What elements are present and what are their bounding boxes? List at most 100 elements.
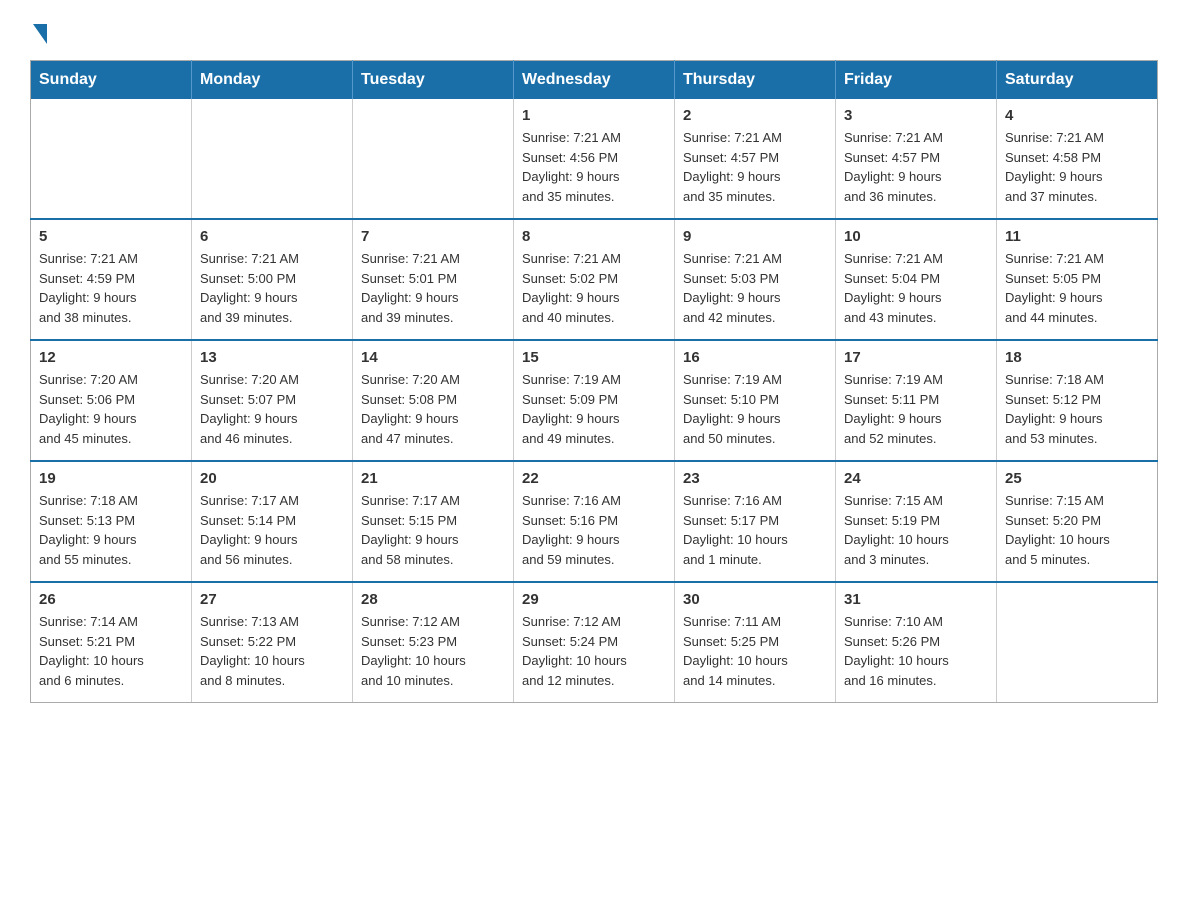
day-info: Sunrise: 7:21 AMSunset: 4:56 PMDaylight:… <box>522 128 666 206</box>
calendar-cell: 9 Sunrise: 7:21 AMSunset: 5:03 PMDaylight… <box>675 219 836 340</box>
calendar-cell: 20 Sunrise: 7:17 AMSunset: 5:14 PMDayligh… <box>192 461 353 582</box>
calendar-cell: 23 Sunrise: 7:16 AMSunset: 5:17 PMDayligh… <box>675 461 836 582</box>
page-header <box>30 20 1158 40</box>
calendar-cell <box>192 99 353 219</box>
calendar-cell: 22 Sunrise: 7:16 AMSunset: 5:16 PMDayligh… <box>514 461 675 582</box>
day-number: 4 <box>1005 107 1149 124</box>
day-number: 29 <box>522 591 666 608</box>
day-number: 12 <box>39 349 183 366</box>
day-number: 26 <box>39 591 183 608</box>
calendar-week-row: 1Sunrise: 7:21 AMSunset: 4:56 PMDaylight… <box>31 99 1158 219</box>
day-of-week-header: Wednesday <box>514 61 675 100</box>
day-info: Sunrise: 7:16 AMSunset: 5:17 PMDaylight:… <box>683 491 827 569</box>
day-number: 19 <box>39 470 183 487</box>
day-number: 16 <box>683 349 827 366</box>
calendar-table: SundayMondayTuesdayWednesdayThursdayFrid… <box>30 60 1158 703</box>
day-info: Sunrise: 7:21 AMSunset: 5:01 PMDaylight:… <box>361 249 505 327</box>
day-number: 30 <box>683 591 827 608</box>
day-info: Sunrise: 7:20 AMSunset: 5:07 PMDaylight:… <box>200 370 344 448</box>
calendar-week-row: 5 Sunrise: 7:21 AMSunset: 4:59 PMDaylight… <box>31 219 1158 340</box>
calendar-cell: 6 Sunrise: 7:21 AMSunset: 5:00 PMDaylight… <box>192 219 353 340</box>
day-info: Sunrise: 7:11 AMSunset: 5:25 PMDaylight:… <box>683 612 827 690</box>
calendar-cell: 26 Sunrise: 7:14 AMSunset: 5:21 PMDayligh… <box>31 582 192 703</box>
logo-arrow-icon <box>33 24 47 44</box>
day-of-week-header: Monday <box>192 61 353 100</box>
calendar-cell: 3 Sunrise: 7:21 AMSunset: 4:57 PMDaylight… <box>836 99 997 219</box>
day-number: 14 <box>361 349 505 366</box>
day-number: 6 <box>200 228 344 245</box>
day-info: Sunrise: 7:20 AMSunset: 5:08 PMDaylight:… <box>361 370 505 448</box>
calendar-cell: 15 Sunrise: 7:19 AMSunset: 5:09 PMDayligh… <box>514 340 675 461</box>
day-info: Sunrise: 7:10 AMSunset: 5:26 PMDaylight:… <box>844 612 988 690</box>
calendar-cell: 18 Sunrise: 7:18 AMSunset: 5:12 PMDayligh… <box>997 340 1158 461</box>
day-info: Sunrise: 7:19 AMSunset: 5:09 PMDaylight:… <box>522 370 666 448</box>
logo <box>30 20 47 40</box>
day-number: 13 <box>200 349 344 366</box>
calendar-cell: 25 Sunrise: 7:15 AMSunset: 5:20 PMDayligh… <box>997 461 1158 582</box>
day-info: Sunrise: 7:20 AMSunset: 5:06 PMDaylight:… <box>39 370 183 448</box>
day-info: Sunrise: 7:18 AMSunset: 5:13 PMDaylight:… <box>39 491 183 569</box>
day-number: 27 <box>200 591 344 608</box>
day-info: Sunrise: 7:16 AMSunset: 5:16 PMDaylight:… <box>522 491 666 569</box>
days-of-week-row: SundayMondayTuesdayWednesdayThursdayFrid… <box>31 61 1158 100</box>
day-info: Sunrise: 7:21 AMSunset: 4:57 PMDaylight:… <box>844 128 988 206</box>
calendar-header: SundayMondayTuesdayWednesdayThursdayFrid… <box>31 61 1158 100</box>
day-number: 11 <box>1005 228 1149 245</box>
calendar-cell: 28 Sunrise: 7:12 AMSunset: 5:23 PMDayligh… <box>353 582 514 703</box>
calendar-week-row: 26 Sunrise: 7:14 AMSunset: 5:21 PMDayligh… <box>31 582 1158 703</box>
day-info: Sunrise: 7:21 AMSunset: 5:00 PMDaylight:… <box>200 249 344 327</box>
calendar-cell: 27Sunrise: 7:13 AMSunset: 5:22 PMDayligh… <box>192 582 353 703</box>
day-info: Sunrise: 7:14 AMSunset: 5:21 PMDaylight:… <box>39 612 183 690</box>
day-info: Sunrise: 7:21 AMSunset: 4:58 PMDaylight:… <box>1005 128 1149 206</box>
calendar-cell: 16Sunrise: 7:19 AMSunset: 5:10 PMDayligh… <box>675 340 836 461</box>
day-info: Sunrise: 7:17 AMSunset: 5:15 PMDaylight:… <box>361 491 505 569</box>
day-number: 7 <box>361 228 505 245</box>
day-info: Sunrise: 7:21 AMSunset: 5:03 PMDaylight:… <box>683 249 827 327</box>
calendar-cell: 31Sunrise: 7:10 AMSunset: 5:26 PMDayligh… <box>836 582 997 703</box>
day-number: 23 <box>683 470 827 487</box>
day-number: 10 <box>844 228 988 245</box>
day-of-week-header: Thursday <box>675 61 836 100</box>
day-info: Sunrise: 7:15 AMSunset: 5:20 PMDaylight:… <box>1005 491 1149 569</box>
calendar-cell: 21 Sunrise: 7:17 AMSunset: 5:15 PMDayligh… <box>353 461 514 582</box>
day-info: Sunrise: 7:18 AMSunset: 5:12 PMDaylight:… <box>1005 370 1149 448</box>
day-of-week-header: Friday <box>836 61 997 100</box>
day-info: Sunrise: 7:21 AMSunset: 5:05 PMDaylight:… <box>1005 249 1149 327</box>
day-info: Sunrise: 7:15 AMSunset: 5:19 PMDaylight:… <box>844 491 988 569</box>
day-number: 2 <box>683 107 827 124</box>
day-number: 5 <box>39 228 183 245</box>
day-number: 9 <box>683 228 827 245</box>
day-of-week-header: Tuesday <box>353 61 514 100</box>
day-number: 3 <box>844 107 988 124</box>
day-number: 28 <box>361 591 505 608</box>
calendar-cell: 30 Sunrise: 7:11 AMSunset: 5:25 PMDayligh… <box>675 582 836 703</box>
calendar-cell: 12 Sunrise: 7:20 AMSunset: 5:06 PMDayligh… <box>31 340 192 461</box>
calendar-body: 1Sunrise: 7:21 AMSunset: 4:56 PMDaylight… <box>31 99 1158 703</box>
calendar-cell <box>997 582 1158 703</box>
day-number: 25 <box>1005 470 1149 487</box>
day-info: Sunrise: 7:19 AMSunset: 5:11 PMDaylight:… <box>844 370 988 448</box>
day-info: Sunrise: 7:21 AMSunset: 5:04 PMDaylight:… <box>844 249 988 327</box>
calendar-cell: 7 Sunrise: 7:21 AMSunset: 5:01 PMDaylight… <box>353 219 514 340</box>
day-number: 21 <box>361 470 505 487</box>
day-number: 18 <box>1005 349 1149 366</box>
day-info: Sunrise: 7:21 AMSunset: 4:57 PMDaylight:… <box>683 128 827 206</box>
day-number: 17 <box>844 349 988 366</box>
day-number: 22 <box>522 470 666 487</box>
calendar-cell: 1Sunrise: 7:21 AMSunset: 4:56 PMDaylight… <box>514 99 675 219</box>
day-number: 20 <box>200 470 344 487</box>
day-info: Sunrise: 7:21 AMSunset: 4:59 PMDaylight:… <box>39 249 183 327</box>
calendar-cell <box>353 99 514 219</box>
calendar-cell: 14 Sunrise: 7:20 AMSunset: 5:08 PMDayligh… <box>353 340 514 461</box>
day-number: 15 <box>522 349 666 366</box>
calendar-week-row: 19 Sunrise: 7:18 AMSunset: 5:13 PMDayligh… <box>31 461 1158 582</box>
calendar-cell: 11 Sunrise: 7:21 AMSunset: 5:05 PMDayligh… <box>997 219 1158 340</box>
calendar-cell: 4 Sunrise: 7:21 AMSunset: 4:58 PMDaylight… <box>997 99 1158 219</box>
calendar-week-row: 12 Sunrise: 7:20 AMSunset: 5:06 PMDayligh… <box>31 340 1158 461</box>
calendar-cell: 29Sunrise: 7:12 AMSunset: 5:24 PMDayligh… <box>514 582 675 703</box>
calendar-cell <box>31 99 192 219</box>
day-info: Sunrise: 7:12 AMSunset: 5:23 PMDaylight:… <box>361 612 505 690</box>
day-info: Sunrise: 7:21 AMSunset: 5:02 PMDaylight:… <box>522 249 666 327</box>
day-info: Sunrise: 7:17 AMSunset: 5:14 PMDaylight:… <box>200 491 344 569</box>
calendar-cell: 24Sunrise: 7:15 AMSunset: 5:19 PMDayligh… <box>836 461 997 582</box>
